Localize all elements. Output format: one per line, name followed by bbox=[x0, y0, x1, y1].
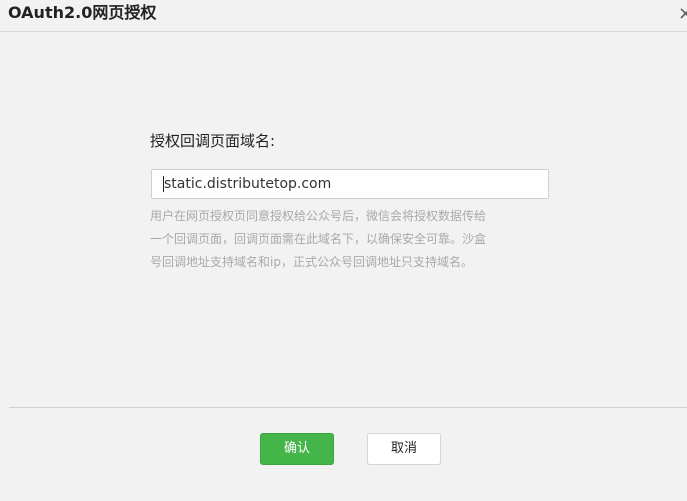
close-button[interactable]: × bbox=[677, 5, 687, 23]
dialog-title: OAuth2.0网页授权 bbox=[8, 3, 157, 22]
callback-domain-input[interactable] bbox=[151, 169, 549, 199]
help-text-line: 号回调地址支持域名和ip，正式公众号回调地址只支持域名。 bbox=[150, 255, 473, 269]
close-icon[interactable]: × bbox=[678, 5, 687, 23]
help-text-line: 一个回调页面，回调页面需在此域名下，以确保安全可靠。沙盒 bbox=[150, 232, 487, 246]
confirm-button[interactable]: 确认 bbox=[260, 433, 334, 465]
help-text-line: 用户在网页授权页同意授权给公众号后，微信会将授权数据传给 bbox=[150, 209, 487, 223]
callback-domain-label: 授权回调页面域名: bbox=[150, 132, 276, 150]
footer-divider bbox=[9, 407, 687, 408]
text-caret bbox=[163, 176, 164, 192]
oauth-dialog: OAuth2.0网页授权 × 授权回调页面域名: 用户在网页授权页同意授权给公众… bbox=[0, 0, 687, 501]
cancel-button[interactable]: 取消 bbox=[367, 433, 441, 465]
help-text: 用户在网页授权页同意授权给公众号后，微信会将授权数据传给 一个回调页面，回调页面… bbox=[150, 205, 550, 274]
dialog-header: OAuth2.0网页授权 × bbox=[0, 0, 687, 32]
